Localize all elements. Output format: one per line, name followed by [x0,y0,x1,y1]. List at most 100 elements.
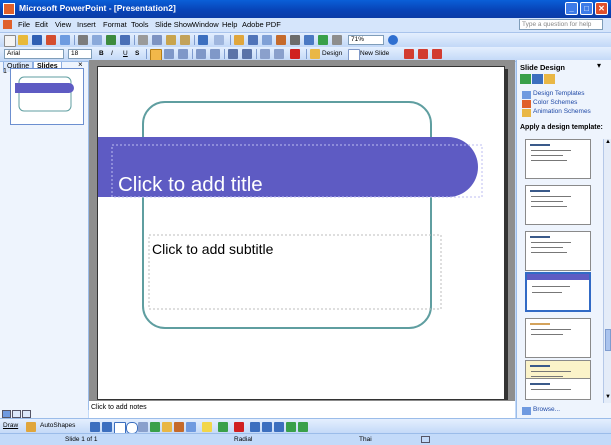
print-preview-icon[interactable] [92,35,102,45]
notes-placeholder[interactable]: Click to add notes [91,404,147,411]
menu-edit[interactable]: Edit [35,20,48,29]
minimize-button[interactable]: _ [565,2,578,15]
home-icon[interactable] [544,74,555,84]
task-pane-menu-icon[interactable]: ▾ [597,61,601,70]
tables-borders-icon[interactable] [262,35,272,45]
email-icon[interactable] [60,35,70,45]
clip-art-icon[interactable] [174,422,184,432]
permission-icon[interactable] [46,35,56,45]
subtitle-placeholder[interactable]: Click to add subtitle [152,241,273,257]
align-center-icon[interactable] [164,49,174,59]
menu-help[interactable]: Help [222,20,237,29]
new-slide-button[interactable]: New Slide [360,50,389,57]
decrease-font-icon[interactable] [242,49,252,59]
design-template-thumbnail[interactable] [525,378,591,400]
forward-icon[interactable] [532,74,543,84]
color-grayscale-icon[interactable] [332,35,342,45]
design-template-thumbnail[interactable] [525,231,591,271]
insert-hyperlink-icon[interactable] [276,35,286,45]
animation-schemes-link[interactable]: Animation Schemes [533,108,591,115]
underline-button[interactable]: U [123,50,128,57]
design-icon[interactable] [310,49,320,59]
increase-font-icon[interactable] [228,49,238,59]
text-box-icon[interactable] [138,422,148,432]
increase-indent-icon[interactable] [274,49,284,59]
design-button[interactable]: Design [322,50,342,57]
title-placeholder[interactable]: Click to add title [118,173,263,197]
undo-icon[interactable] [198,35,208,45]
save-icon[interactable] [32,35,42,45]
arrow-style-icon[interactable] [274,422,284,432]
template-scrollbar[interactable]: ▲ ▼ [603,139,611,403]
shadow-button[interactable]: S [135,50,139,57]
slide-thumbnail[interactable] [10,68,84,125]
new-icon[interactable] [4,35,16,47]
color-schemes-link[interactable]: Color Schemes [533,99,577,106]
maximize-button[interactable]: □ [580,2,593,15]
menu-adobe-pdf[interactable]: Adobe PDF [242,20,281,29]
spelling-icon[interactable] [106,35,116,45]
show-formatting-icon[interactable] [304,35,314,45]
dash-style-icon[interactable] [262,422,272,432]
menu-view[interactable]: View [55,20,71,29]
slide-show-view-icon[interactable] [22,410,31,418]
bullets-icon[interactable] [210,49,220,59]
close-button[interactable]: ✕ [595,2,608,15]
wordart-icon[interactable] [150,422,160,432]
scroll-down-icon[interactable]: ▼ [605,394,611,400]
shadow-style-icon[interactable] [286,422,296,432]
font-color-icon[interactable] [290,49,300,59]
draw-menu-button[interactable]: Draw [3,422,18,429]
italic-button[interactable]: I [111,50,113,57]
zoom-select[interactable]: 71% [348,35,384,45]
diagram-icon[interactable] [162,422,172,432]
expand-all-icon[interactable] [290,35,300,45]
font-size-select[interactable]: 18 [68,49,92,59]
scrollbar-thumb[interactable] [605,329,611,351]
scroll-up-icon[interactable]: ▲ [605,139,611,145]
open-icon[interactable] [18,35,28,45]
research-icon[interactable] [120,35,130,45]
arrow-tool-icon[interactable] [102,422,112,432]
help-icon[interactable] [388,35,398,45]
line-style-icon[interactable] [250,422,260,432]
format-painter-icon[interactable] [180,35,190,45]
menu-tools[interactable]: Tools [131,20,149,29]
browse-link[interactable]: Browse... [533,406,560,413]
acrobat-email-icon[interactable] [418,49,428,59]
selected-design-template[interactable] [525,272,591,312]
menu-file[interactable]: File [18,20,30,29]
3d-style-icon[interactable] [298,422,308,432]
cut-icon[interactable] [138,35,148,45]
insert-table-icon[interactable] [248,35,258,45]
menu-window[interactable]: Window [192,20,219,29]
print-icon[interactable] [78,35,88,45]
redo-icon[interactable] [214,35,224,45]
insert-picture-icon[interactable] [186,422,196,432]
fill-color-icon[interactable] [202,422,212,432]
normal-view-icon[interactable] [2,410,11,418]
paste-icon[interactable] [166,35,176,45]
help-question-input[interactable]: Type a question for help [519,19,603,30]
select-objects-icon[interactable] [26,422,36,432]
drawing-font-color-icon[interactable] [234,422,244,432]
insert-chart-icon[interactable] [234,35,244,45]
slide-canvas[interactable]: Click to add title Click to add subtitle [97,66,505,400]
autoshapes-menu-button[interactable]: AutoShapes [40,422,75,429]
powerpoint-app-icon[interactable] [3,3,15,15]
copy-icon[interactable] [152,35,162,45]
menu-insert[interactable]: Insert [77,20,96,29]
document-icon[interactable] [3,20,12,29]
menu-slide-show[interactable]: Slide Show [155,20,193,29]
bold-button[interactable]: B [99,50,104,57]
slide-sorter-view-icon[interactable] [12,410,21,418]
align-right-icon[interactable] [178,49,188,59]
show-grid-icon[interactable] [318,35,328,45]
back-icon[interactable] [520,74,531,84]
acrobat-review-icon[interactable] [432,49,442,59]
decrease-indent-icon[interactable] [260,49,270,59]
numbering-icon[interactable] [196,49,206,59]
design-templates-link[interactable]: Design Templates [533,90,585,97]
font-select[interactable]: Arial [4,49,64,59]
line-tool-icon[interactable] [90,422,100,432]
